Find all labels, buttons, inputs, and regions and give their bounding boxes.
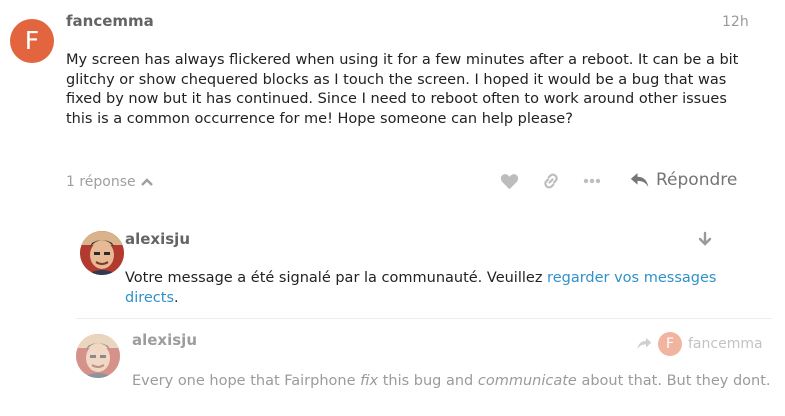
more-options-button[interactable] — [581, 170, 603, 192]
avatar[interactable]: F — [10, 19, 54, 63]
reply-text-emphasis-1: fix — [360, 373, 379, 389]
replies-toggle[interactable]: 1 réponse — [66, 174, 154, 190]
reply-username[interactable]: alexisju — [125, 230, 190, 248]
like-button[interactable] — [498, 170, 520, 192]
reply-text-1: Every one hope that Fairphone — [132, 373, 361, 389]
link-icon — [544, 173, 558, 189]
reply-text-3: about that. But they dont. — [576, 373, 771, 389]
flagged-text-start: Votre message a été signalé par la commu… — [125, 270, 548, 286]
arrow-down-icon — [698, 231, 712, 246]
reply-to-indicator[interactable]: F fancemma — [636, 332, 763, 356]
flagged-text-end: . — [174, 290, 179, 306]
avatar[interactable] — [76, 334, 120, 378]
user-portrait-icon — [76, 334, 120, 378]
divider — [76, 318, 772, 319]
reply-text-emphasis-2: communicate — [477, 373, 577, 389]
reply-button[interactable]: Répondre — [630, 170, 737, 190]
avatar[interactable] — [80, 231, 124, 275]
flagged-message: Votre message a été signalé par la commu… — [125, 268, 725, 308]
reply-icon — [630, 172, 649, 187]
user-portrait-icon — [80, 231, 124, 275]
share-arrow-icon — [637, 338, 652, 350]
jump-to-post-button[interactable] — [697, 231, 713, 251]
ellipsis-icon — [583, 178, 601, 184]
heart-icon — [500, 173, 518, 189]
reply-username[interactable]: alexisju — [132, 331, 197, 349]
reply-body: Every one hope that Fairphone fix this b… — [132, 371, 772, 391]
post-time[interactable]: 12h — [722, 14, 749, 30]
post-username[interactable]: fancemma — [66, 12, 154, 30]
chevron-up-icon — [140, 178, 153, 186]
share-link-button[interactable] — [540, 170, 562, 192]
reply-to-username: fancemma — [688, 336, 763, 352]
reply-to-avatar: F — [658, 332, 682, 356]
replies-count-label: 1 réponse — [66, 174, 136, 190]
reply-label: Répondre — [656, 170, 738, 190]
post-body: My screen has always flickered when usin… — [66, 52, 739, 127]
reply-text-2: this bug and — [378, 373, 478, 389]
